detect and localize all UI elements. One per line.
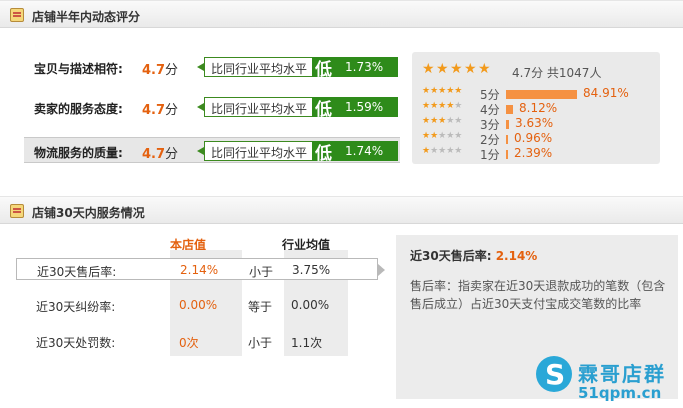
rating-score: 4.7分 xyxy=(142,63,179,78)
watermark-logo: 霖哥店群 51qpm.cn xyxy=(536,352,683,408)
service-compare: 等于 xyxy=(248,300,273,314)
arrow-left-icon xyxy=(197,103,204,111)
service-compare: 小于 xyxy=(248,336,273,350)
service-label: 近30天售后率: xyxy=(37,265,117,279)
mini-stars-icon: ★★★★★ xyxy=(422,116,463,126)
arrow-right-icon xyxy=(378,264,385,276)
compare-badge: 比同行业平均水平 低 1.74% xyxy=(197,141,398,164)
level-indicator: 低 1.73% xyxy=(312,57,398,80)
level-text: 低 xyxy=(315,100,332,120)
rating-distribution: ★★★★★ 4.7分 共1047人 ★★★★★ 5分 84.91% ★★★★★ … xyxy=(412,52,660,164)
distribution-row: ★★★★★ 5分 84.91% xyxy=(422,86,660,102)
level-indicator: 低 1.74% xyxy=(312,141,398,164)
service-value: 2.14% xyxy=(180,263,219,277)
distribution-row: ★★★★★ 4分 8.12% xyxy=(422,101,660,117)
distribution-bar xyxy=(506,90,577,99)
section-title: 店铺半年内动态评分 xyxy=(32,10,141,24)
watermark-name: 霖哥店群 xyxy=(578,362,666,386)
level-text: 低 xyxy=(315,60,332,80)
shop-icon xyxy=(10,8,24,22)
compare-badge: 比同行业平均水平 低 1.73% xyxy=(197,57,398,80)
rating-summary: 4.7分 共1047人 xyxy=(512,66,602,80)
compare-text: 比同行业平均水平 xyxy=(211,62,308,76)
distribution-bar xyxy=(506,120,509,129)
section-header-ratings: 店铺半年内动态评分 xyxy=(0,0,683,28)
rating-label: 卖家的服务态度: xyxy=(34,102,123,116)
distribution-row: ★★★★★ 2分 0.96% xyxy=(422,131,660,147)
level-percent: 1.73% xyxy=(345,60,384,74)
service-value: 0次 xyxy=(179,336,199,350)
rating-row-description[interactable]: 宝贝与描述相符: 4.7分 比同行业平均水平 低 1.73% xyxy=(24,54,400,80)
star-icon: ★ xyxy=(450,61,463,77)
arrow-left-icon xyxy=(197,63,204,71)
distribution-percent: 0.96% xyxy=(514,131,553,145)
distribution-percent: 2.39% xyxy=(514,146,553,160)
watermark-url: 51qpm.cn xyxy=(578,384,662,402)
distribution-percent: 8.12% xyxy=(519,101,558,115)
rating-score: 4.7分 xyxy=(142,147,179,162)
star-rating: ★★★★★ xyxy=(422,62,492,76)
service-value: 0.00% xyxy=(179,298,218,312)
section-title: 店铺30天内服务情况 xyxy=(32,206,145,220)
service-row-dispute[interactable]: 近30天纠纷率: 0.00% 等于 0.00% xyxy=(16,294,378,316)
level-indicator: 低 1.59% xyxy=(312,97,398,120)
rating-row-logistics[interactable]: 物流服务的质量: 4.7分 比同行业平均水平 低 1.74% xyxy=(24,137,400,164)
mini-stars-icon: ★★★★★ xyxy=(422,146,463,156)
mini-stars-icon: ★★★★★ xyxy=(422,131,463,141)
distribution-percent: 3.63% xyxy=(515,116,554,130)
service-average: 3.75% xyxy=(292,263,331,277)
rating-score: 4.7分 xyxy=(142,103,179,118)
service-label: 近30天纠纷率: xyxy=(36,300,116,314)
compare-badge: 比同行业平均水平 低 1.59% xyxy=(197,97,398,120)
rating-label: 物流服务的质量: xyxy=(34,146,123,160)
star-icon: ★ xyxy=(422,61,435,77)
section-header-service: 店铺30天内服务情况 xyxy=(0,196,683,224)
service-average: 0.00% xyxy=(291,298,330,312)
distribution-percent: 84.91% xyxy=(583,86,629,100)
star-icon: ★ xyxy=(436,61,449,77)
star-half-icon: ★ xyxy=(478,61,491,77)
service-compare: 小于 xyxy=(249,265,274,279)
mini-stars-icon: ★★★★★ xyxy=(422,86,463,96)
rating-label: 宝贝与描述相符: xyxy=(34,62,123,76)
detail-title: 近30天售后率: 2.14% xyxy=(410,249,538,263)
level-percent: 1.74% xyxy=(345,144,384,158)
distribution-row: ★★★★★ 1分 2.39% xyxy=(422,146,660,162)
compare-text: 比同行业平均水平 xyxy=(211,146,308,160)
distribution-bar xyxy=(506,105,513,114)
detail-description: 售后率：指卖家在近30天退款成功的笔数（包含售后成立）占近30天支付宝成交笔数的… xyxy=(410,279,666,311)
service-label: 近30天处罚数: xyxy=(36,336,116,350)
star-icon: ★ xyxy=(464,61,477,77)
compare-text: 比同行业平均水平 xyxy=(211,102,308,116)
level-percent: 1.59% xyxy=(345,100,384,114)
arrow-left-icon xyxy=(197,147,204,155)
distribution-label: 1分 xyxy=(480,148,500,162)
distribution-bar xyxy=(506,135,508,144)
distribution-row: ★★★★★ 3分 3.63% xyxy=(422,116,660,132)
rating-row-service[interactable]: 卖家的服务态度: 4.7分 比同行业平均水平 低 1.59% xyxy=(24,94,400,120)
distribution-bar xyxy=(506,150,508,159)
service-row-aftersale[interactable]: 近30天售后率: 2.14% 小于 3.75% xyxy=(16,258,385,280)
level-text: 低 xyxy=(315,144,332,164)
mini-stars-icon: ★★★★★ xyxy=(422,101,463,111)
shop-icon xyxy=(10,204,24,218)
service-average: 1.1次 xyxy=(291,336,323,350)
service-row-penalty[interactable]: 近30天处罚数: 0次 小于 1.1次 xyxy=(16,330,378,352)
brand-logo-icon xyxy=(536,356,572,392)
